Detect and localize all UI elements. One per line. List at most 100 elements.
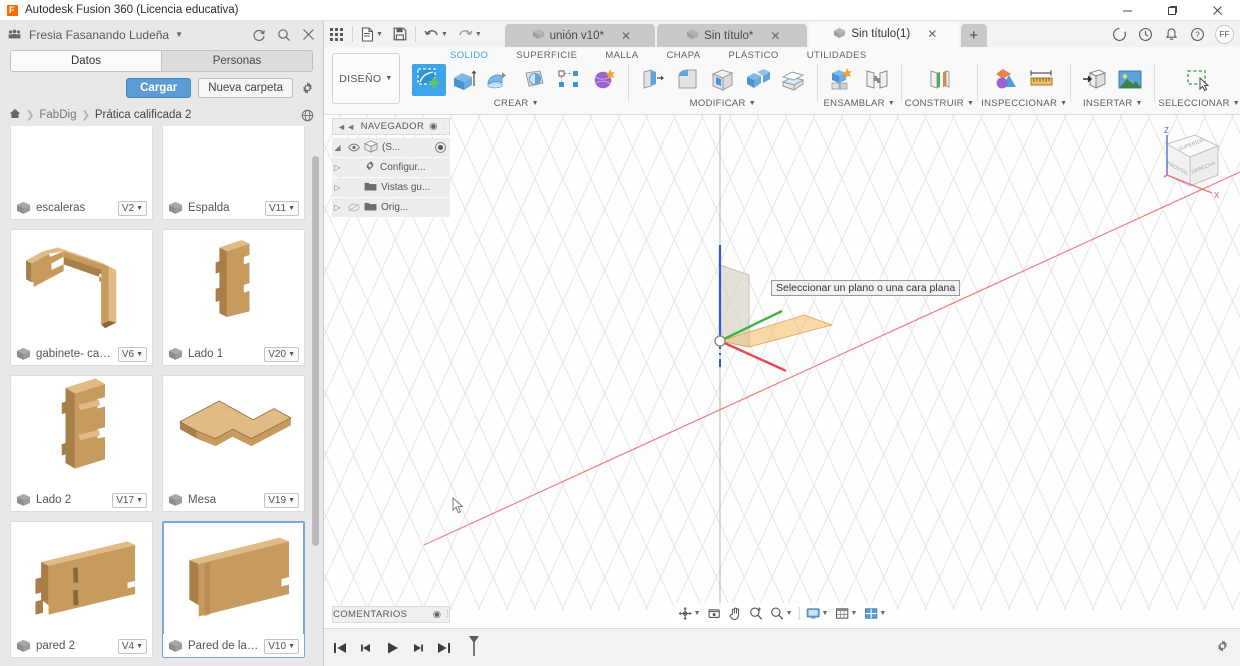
sweep-button[interactable]	[517, 64, 551, 96]
app-grid-icon[interactable]	[324, 21, 349, 47]
timeline-marker[interactable]	[466, 634, 482, 661]
display-settings-icon[interactable]: ▼	[804, 604, 831, 623]
avatar[interactable]: FF	[1215, 25, 1234, 44]
ribbon-tab-plástico[interactable]: PLÁSTICO	[715, 50, 793, 61]
revolve-button[interactable]	[482, 64, 516, 96]
navigator-root-row[interactable]: ◢(S...	[332, 138, 450, 157]
timeline-play-button[interactable]	[384, 640, 400, 656]
data-panel-scrollbar[interactable]	[312, 156, 319, 546]
document-tab-0[interactable]: unión v10*✕	[505, 24, 655, 47]
version-badge[interactable]: V17▼	[112, 493, 147, 508]
zoom-window-icon[interactable]	[747, 604, 766, 623]
navigator-row-1[interactable]: ▷Vistas gu...	[332, 178, 450, 197]
visibility-eye-icon[interactable]	[347, 143, 360, 152]
combine-button[interactable]	[741, 64, 775, 96]
zoom-icon[interactable]: ▼	[768, 604, 795, 623]
search-icon[interactable]	[277, 28, 291, 42]
viewports-icon[interactable]: ▼	[861, 604, 888, 623]
upload-button[interactable]: Cargar	[126, 78, 191, 98]
comments-options-icon[interactable]: ◉	[433, 609, 442, 620]
version-badge[interactable]: V4▼	[118, 639, 147, 654]
data-panel-card[interactable]: Pared de la camaV10▼	[162, 521, 305, 658]
navigator-row-2[interactable]: ▷Orig...	[332, 198, 450, 217]
data-panel-card[interactable]: Lado 2V17▼	[10, 375, 153, 512]
gear-icon[interactable]	[300, 81, 315, 96]
version-badge[interactable]: V19▼	[264, 493, 299, 508]
home-icon[interactable]	[9, 108, 21, 122]
breadcrumb-item-0[interactable]: FabDig	[39, 109, 76, 121]
breadcrumb-item-1[interactable]: Prática calificada 2	[95, 109, 192, 121]
notifications-bell-icon[interactable]	[1159, 22, 1183, 46]
version-badge[interactable]: V20▼	[264, 347, 299, 362]
offset-plane-button[interactable]	[923, 64, 957, 96]
navigator-options-icon[interactable]: ◉	[429, 121, 438, 132]
expand-triangle-icon[interactable]: ▷	[332, 183, 343, 192]
version-badge[interactable]: V10▼	[264, 639, 299, 654]
data-panel-card[interactable]: MesaV19▼	[162, 375, 305, 512]
extrude-button[interactable]	[447, 64, 481, 96]
visibility-hidden-icon[interactable]	[347, 203, 360, 212]
expand-triangle-icon[interactable]: ◢	[332, 143, 343, 152]
new-tab-button[interactable]: +	[961, 24, 987, 47]
navigator-row-0[interactable]: ▷Configur...	[332, 158, 450, 177]
document-tab-2[interactable]: Sin título(1)✕	[809, 21, 959, 47]
interference-button[interactable]	[990, 64, 1024, 96]
press-pull-button[interactable]	[636, 64, 670, 96]
view-cube[interactable]: SUPERIOR FRONTAL DERECHA Z X	[1142, 120, 1228, 202]
expand-triangle-icon[interactable]: ▷	[332, 163, 343, 172]
fillet-button[interactable]	[671, 64, 705, 96]
viewport[interactable]: ◄◄ NAVEGADOR ◉ ⦙ ◢(S...▷Configur...▷Vist…	[324, 115, 1240, 628]
create-form-button[interactable]	[587, 64, 621, 96]
pattern-button[interactable]	[552, 64, 586, 96]
data-panel-card[interactable]: Lado 1V20▼	[162, 229, 305, 366]
new-file-icon[interactable]: ▼	[356, 21, 388, 47]
document-tab-close-icon[interactable]: ✕	[927, 27, 937, 41]
tab-personas[interactable]: Personas	[162, 51, 312, 71]
create-sketch-button[interactable]	[412, 64, 446, 96]
redo-icon[interactable]: ▼	[453, 21, 487, 47]
close-button[interactable]	[1195, 0, 1240, 21]
joint-button[interactable]	[860, 64, 894, 96]
data-panel-card[interactable]: pared 2V4▼	[10, 521, 153, 658]
ribbon-tab-utilidades[interactable]: UTILIDADES	[793, 50, 881, 61]
recent-icon[interactable]	[1133, 22, 1157, 46]
insert-image-button[interactable]	[1113, 64, 1147, 96]
refresh-icon[interactable]	[252, 28, 266, 42]
timeline-settings-icon[interactable]	[1215, 639, 1230, 657]
save-icon[interactable]	[388, 21, 412, 47]
ribbon-tab-malla[interactable]: MALLA	[591, 50, 652, 61]
timeline-go-to-end-button[interactable]	[436, 640, 452, 656]
version-badge[interactable]: V11▼	[265, 201, 299, 216]
tab-datos[interactable]: Datos	[11, 51, 162, 71]
data-panel-card[interactable]: escalerasV2▼	[10, 126, 153, 220]
ribbon-tab-superficie[interactable]: SUPERFICIE	[502, 50, 591, 61]
ribbon-tab-solido[interactable]: SOLIDO	[436, 50, 502, 61]
chevron-down-icon[interactable]: ▼	[175, 30, 183, 39]
timeline-go-to-start-button[interactable]	[332, 640, 348, 656]
new-component-button[interactable]	[825, 64, 859, 96]
look-at-icon[interactable]	[705, 604, 724, 623]
globe-icon[interactable]	[301, 109, 314, 122]
data-panel-card[interactable]: gabinete- camaV6▼	[10, 229, 153, 366]
data-panel-items[interactable]: escalerasV2▼EspaldaV11▼gabinete- camaV6▼…	[0, 126, 323, 666]
maximize-button[interactable]	[1150, 0, 1195, 21]
version-badge[interactable]: V2▼	[118, 201, 147, 216]
job-status-icon[interactable]	[1107, 22, 1131, 46]
split-body-button[interactable]	[776, 64, 810, 96]
version-badge[interactable]: V6▼	[118, 347, 147, 362]
undo-icon[interactable]: ▼	[419, 21, 453, 47]
comments-resize-handle[interactable]: ⦙	[446, 609, 449, 620]
document-tab-close-icon[interactable]: ✕	[770, 29, 780, 43]
close-panel-icon[interactable]	[302, 28, 315, 42]
expand-triangle-icon[interactable]: ▷	[332, 203, 343, 212]
root-radio-icon[interactable]	[435, 142, 446, 153]
ribbon-tab-chapa[interactable]: CHAPA	[652, 50, 714, 61]
collapse-icon[interactable]: ◄◄	[337, 122, 356, 132]
comments-panel[interactable]: COMENTARIOS ◉ ⦙	[332, 606, 450, 623]
document-tab-1[interactable]: Sin título*✕	[657, 24, 807, 47]
shell-button[interactable]	[706, 64, 740, 96]
navigator-header[interactable]: ◄◄ NAVEGADOR ◉ ⦙	[332, 118, 450, 135]
grid-snap-icon[interactable]: ▼	[832, 604, 859, 623]
insert-derive-button[interactable]	[1078, 64, 1112, 96]
pan-icon[interactable]	[726, 604, 745, 623]
